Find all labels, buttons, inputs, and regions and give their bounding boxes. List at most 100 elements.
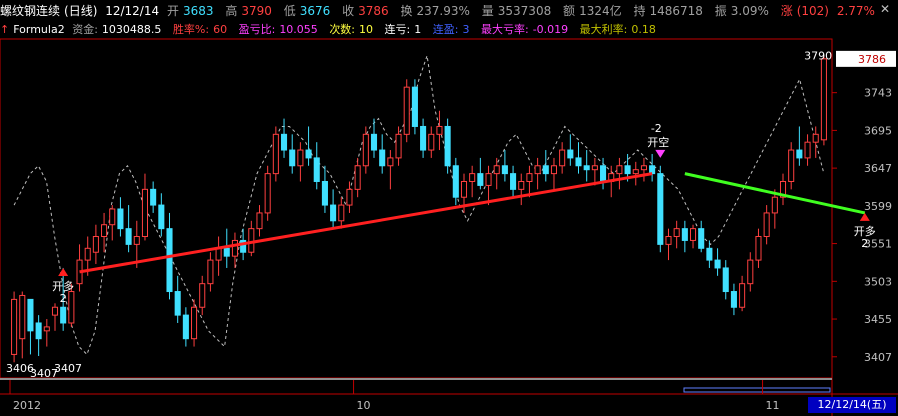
high-price-label: 3790 bbox=[804, 50, 832, 63]
candle-body bbox=[27, 298, 34, 332]
candle-body bbox=[493, 165, 500, 175]
low-price-label-c: 3407 bbox=[54, 362, 82, 375]
candle-body bbox=[223, 247, 230, 257]
candle-body bbox=[730, 291, 737, 308]
buy-signal-arrow-icon-2 bbox=[859, 212, 870, 221]
current-date-badge: 12/12/14(五) bbox=[808, 397, 896, 413]
x-tick-label: 2012 bbox=[13, 399, 41, 412]
candle-body bbox=[460, 180, 468, 198]
candle-body bbox=[469, 173, 476, 182]
candle-body bbox=[403, 86, 410, 135]
candlestick-chart[interactable]: 3786374336953647359935513503345534072012… bbox=[0, 0, 898, 416]
candle-body bbox=[420, 125, 427, 151]
candle-body bbox=[681, 228, 688, 241]
candle-body bbox=[542, 165, 549, 175]
candle-body bbox=[518, 180, 525, 190]
candle-body bbox=[191, 306, 198, 340]
candle-body bbox=[714, 259, 721, 269]
candle-body bbox=[673, 228, 680, 238]
candle-body bbox=[763, 212, 770, 238]
chart-axes: 3786374336953647359935513503345534072012… bbox=[0, 38, 898, 416]
uptrend-line bbox=[79, 172, 653, 274]
candle-body bbox=[101, 224, 108, 238]
buy-signal-label-2: 开多 bbox=[854, 224, 876, 238]
candle-body bbox=[771, 196, 778, 214]
candle-body bbox=[158, 204, 165, 230]
sell-signal-arrow-icon bbox=[655, 149, 666, 158]
candle-body bbox=[289, 149, 296, 167]
candle-body bbox=[640, 165, 647, 171]
candle-body bbox=[485, 173, 492, 186]
y-tick-label: 3647 bbox=[864, 162, 892, 175]
candle-body bbox=[338, 204, 345, 222]
candle-body bbox=[92, 236, 99, 253]
scroll-indicator bbox=[683, 387, 831, 393]
candle-body bbox=[35, 322, 42, 340]
candle-body bbox=[305, 149, 312, 159]
candle-body bbox=[231, 239, 238, 257]
candle-body bbox=[248, 228, 255, 253]
x-tick-label: 10 bbox=[357, 399, 371, 412]
candle-body bbox=[141, 188, 149, 238]
candle-body bbox=[526, 173, 533, 182]
candle-body bbox=[207, 259, 214, 285]
candle-body bbox=[379, 149, 386, 167]
candle-body bbox=[812, 133, 819, 143]
candle-body bbox=[559, 149, 566, 167]
sell-signal-count: -2 bbox=[651, 122, 662, 135]
candle-body bbox=[109, 208, 116, 226]
candles-group bbox=[11, 55, 827, 363]
candle-body bbox=[534, 165, 541, 175]
candle-body bbox=[428, 133, 435, 151]
candle-body bbox=[411, 86, 418, 127]
candle-body bbox=[739, 283, 746, 308]
candle-body bbox=[43, 326, 50, 332]
candle-body bbox=[501, 165, 508, 175]
buy-signal-count-2: 2 bbox=[861, 237, 868, 250]
candle-body bbox=[624, 165, 631, 175]
candle-body bbox=[256, 212, 263, 230]
candle-body bbox=[166, 228, 173, 293]
candle-body bbox=[272, 133, 279, 175]
candle-body bbox=[280, 133, 288, 151]
candle-body bbox=[330, 204, 337, 222]
x-tick-label: 11 bbox=[766, 399, 780, 412]
candle-body bbox=[215, 247, 222, 261]
buy-signal-arrow-icon bbox=[58, 267, 69, 276]
buy-signal-label: 开多 bbox=[52, 279, 74, 293]
candle-body bbox=[804, 141, 811, 159]
y-tick-label: 3743 bbox=[864, 87, 892, 100]
candle-body bbox=[84, 247, 91, 261]
candle-body bbox=[133, 236, 140, 245]
y-tick-label: 3407 bbox=[864, 351, 892, 364]
candle-body bbox=[387, 157, 394, 167]
candle-body bbox=[665, 236, 672, 245]
candle-body bbox=[182, 314, 189, 340]
candle-body bbox=[583, 165, 590, 171]
candle-body bbox=[591, 165, 598, 171]
candle-body bbox=[199, 283, 206, 308]
candle-body bbox=[657, 173, 664, 245]
candle-body bbox=[60, 306, 67, 324]
candle-body bbox=[354, 165, 361, 190]
candle-body bbox=[313, 157, 320, 182]
candle-body bbox=[150, 188, 157, 206]
buy-signal-count: 2 bbox=[60, 292, 67, 305]
y-tick-label: 3695 bbox=[864, 124, 892, 137]
candle-body bbox=[632, 169, 639, 175]
candle-body bbox=[698, 228, 705, 249]
candle-body bbox=[689, 228, 697, 241]
candle-body bbox=[600, 165, 607, 182]
candle-body bbox=[362, 133, 369, 167]
candle-body bbox=[722, 267, 729, 293]
candle-body bbox=[264, 173, 271, 214]
candle-body bbox=[174, 291, 181, 316]
candle-body bbox=[11, 298, 18, 355]
candle-body bbox=[51, 306, 59, 316]
candle-body bbox=[68, 291, 75, 324]
candle-body bbox=[820, 58, 827, 141]
dashed-indicator-series bbox=[13, 55, 825, 356]
candle-body bbox=[395, 133, 402, 159]
y-tick-label: 3455 bbox=[864, 313, 892, 326]
y-tick-label: 3599 bbox=[864, 200, 892, 213]
